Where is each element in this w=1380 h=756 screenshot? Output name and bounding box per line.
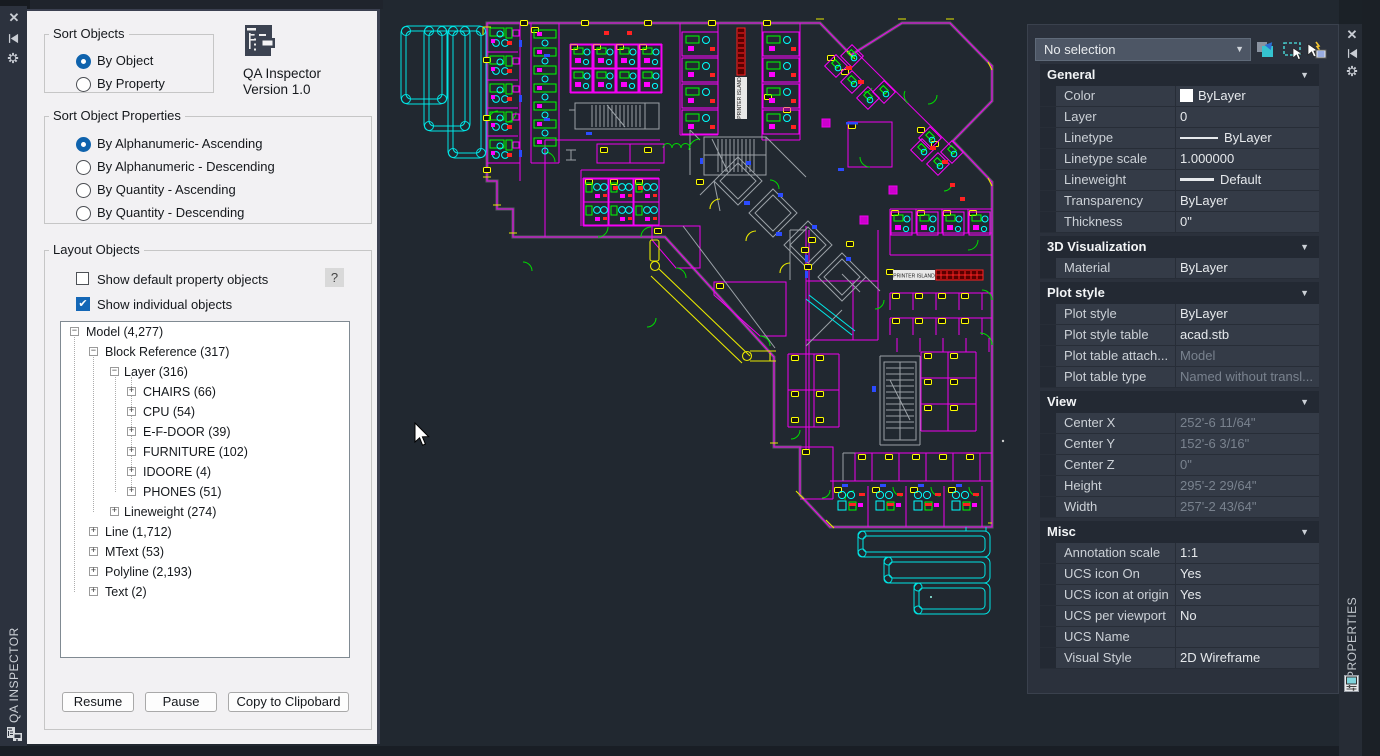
svg-text:PRINTER ISLAND: PRINTER ISLAND (893, 274, 935, 280)
svg-text:PRINTER ISLAND: PRINTER ISLAND (737, 77, 743, 119)
